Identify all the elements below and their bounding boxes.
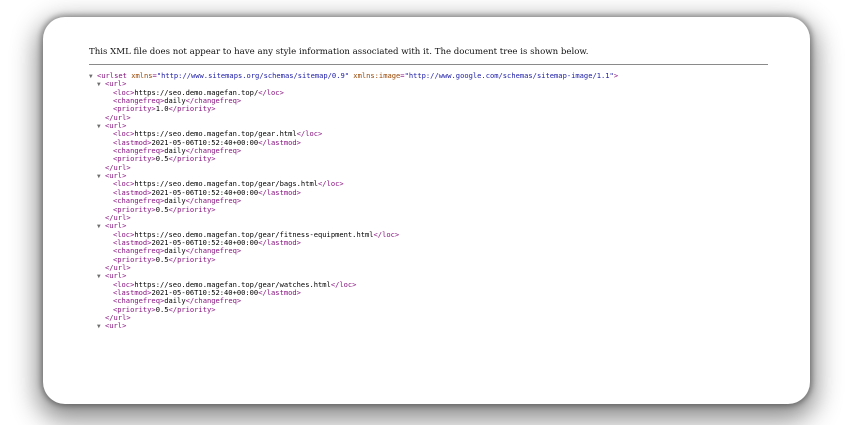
triangle-down-icon[interactable]: ▼	[97, 123, 105, 131]
priority-close-tag: </priority>	[168, 204, 216, 214]
lastmod-close-tag: </lastmod>	[258, 187, 301, 197]
notice-divider	[89, 64, 768, 65]
priority-line: <priority>1.0</priority>	[89, 105, 618, 113]
url-close-line: </url>	[89, 213, 618, 222]
xml-document-tree: ▼ <urlset xmlns="http://www.sitemaps.org/…	[89, 71, 619, 331]
priority-value: 0.5	[155, 204, 169, 214]
priority-close-tag: </priority>	[168, 304, 216, 314]
url-close-line: </url>	[89, 163, 618, 172]
url-close-line: </url>	[89, 263, 618, 272]
xml-style-notice: This XML file does not appear to have an…	[89, 47, 589, 57]
priority-line: <priority>0.5</priority>	[89, 155, 618, 163]
triangle-down-icon[interactable]: ▼	[97, 223, 105, 231]
lastmod-close-tag: </lastmod>	[258, 287, 301, 297]
loc-close-tag: </loc>	[258, 87, 284, 97]
attribute-value: "http://www.sitemaps.org/schemas/sitemap…	[156, 71, 350, 80]
priority-value: 0.5	[155, 304, 169, 314]
triangle-down-icon[interactable]: ▼	[97, 273, 105, 281]
attribute-value: "http://www.google.com/schemas/sitemap-i…	[404, 71, 614, 80]
triangle-down-icon[interactable]: ▼	[97, 173, 105, 181]
lastmod-close-tag: </lastmod>	[258, 237, 301, 247]
urlset-open-tag-end: >	[613, 71, 619, 80]
priority-close-tag: </priority>	[168, 154, 216, 164]
url-close-line: </url>	[89, 313, 618, 322]
priority-line: <priority>0.5</priority>	[89, 304, 618, 314]
browser-viewport: This XML file does not appear to have an…	[43, 17, 810, 404]
lastmod-close-tag: </lastmod>	[258, 137, 301, 147]
url-open-tag: <url>	[105, 321, 127, 331]
priority-line: <priority>0.5</priority>	[89, 204, 618, 214]
priority-value: 0.5	[155, 254, 169, 264]
triangle-down-icon[interactable]: ▼	[89, 73, 97, 81]
loc-close-tag: </loc>	[373, 229, 400, 239]
priority-value: 1.0	[155, 104, 169, 114]
triangle-down-icon[interactable]: ▼	[97, 323, 105, 331]
screenshot-stage: This XML file does not appear to have an…	[0, 0, 853, 425]
loc-close-tag: </loc>	[318, 179, 344, 189]
priority-line: <priority>0.5</priority>	[89, 254, 618, 264]
attribute-name: xmlns	[131, 71, 153, 80]
triangle-down-icon[interactable]: ▼	[97, 81, 105, 89]
loc-close-tag: </loc>	[330, 279, 357, 289]
priority-close-tag: </priority>	[168, 104, 216, 114]
attribute-name: xmlns:image	[353, 71, 401, 80]
url-close-line: </url>	[89, 113, 618, 122]
url-open-line: ▼ <url>	[89, 321, 618, 331]
priority-close-tag: </priority>	[168, 254, 216, 264]
urlset-open-line: ▼ <urlset xmlns="http://www.sitemaps.org/…	[89, 71, 619, 81]
priority-value: 0.5	[155, 154, 169, 164]
